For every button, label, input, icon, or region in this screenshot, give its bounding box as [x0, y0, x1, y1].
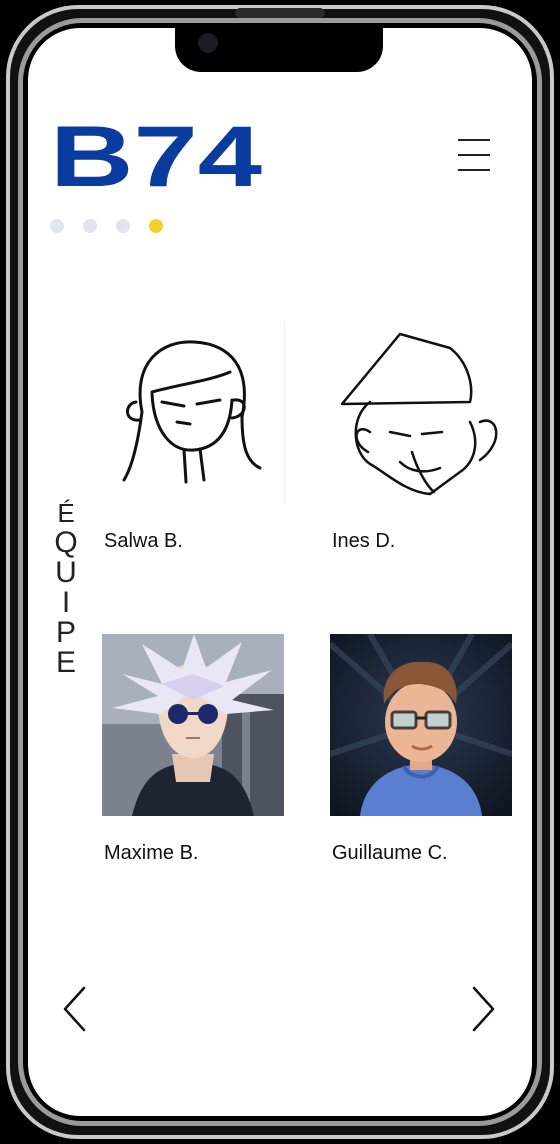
- hamburger-menu-icon[interactable]: [458, 137, 490, 173]
- member-name: Ines D.: [332, 530, 396, 552]
- carousel-dots: [50, 219, 163, 233]
- anime-character-avatar: [102, 634, 284, 816]
- team-member-card[interactable]: Salwa B.: [102, 322, 284, 552]
- chevron-left-icon[interactable]: [62, 986, 88, 1032]
- section-title-letter: U: [55, 556, 77, 589]
- logo-text: B74: [50, 118, 262, 192]
- team-member-card[interactable]: Guillaume C.: [328, 632, 514, 864]
- section-title: É Q U I P E: [46, 498, 86, 678]
- card-divider: [284, 322, 285, 504]
- chevron-right-icon[interactable]: [470, 986, 496, 1032]
- member-name: Maxime B.: [104, 842, 199, 864]
- cartoon-avatar: [328, 632, 514, 816]
- section-title-letter: E: [55, 646, 76, 679]
- team-member-card[interactable]: Ines D.: [330, 322, 512, 552]
- line-drawing-woman-avatar: [102, 322, 284, 504]
- line-drawing-caricature-avatar: [330, 322, 512, 504]
- section-title-letter: É: [57, 498, 75, 528]
- section-title-letter: P: [55, 616, 76, 649]
- section-title-letter: Q: [54, 526, 78, 559]
- front-camera: [198, 33, 218, 53]
- carousel-dot-active[interactable]: [149, 219, 163, 233]
- carousel-dot[interactable]: [83, 219, 97, 233]
- carousel-dot[interactable]: [116, 219, 130, 233]
- member-name: Guillaume C.: [332, 842, 448, 864]
- carousel-dot[interactable]: [50, 219, 64, 233]
- section-title-letter: I: [61, 586, 71, 619]
- team-member-card[interactable]: Maxime B.: [102, 634, 284, 864]
- member-name: Salwa B.: [104, 530, 183, 552]
- brand-logo[interactable]: B74: [50, 118, 262, 192]
- speaker-grille: [235, 8, 325, 18]
